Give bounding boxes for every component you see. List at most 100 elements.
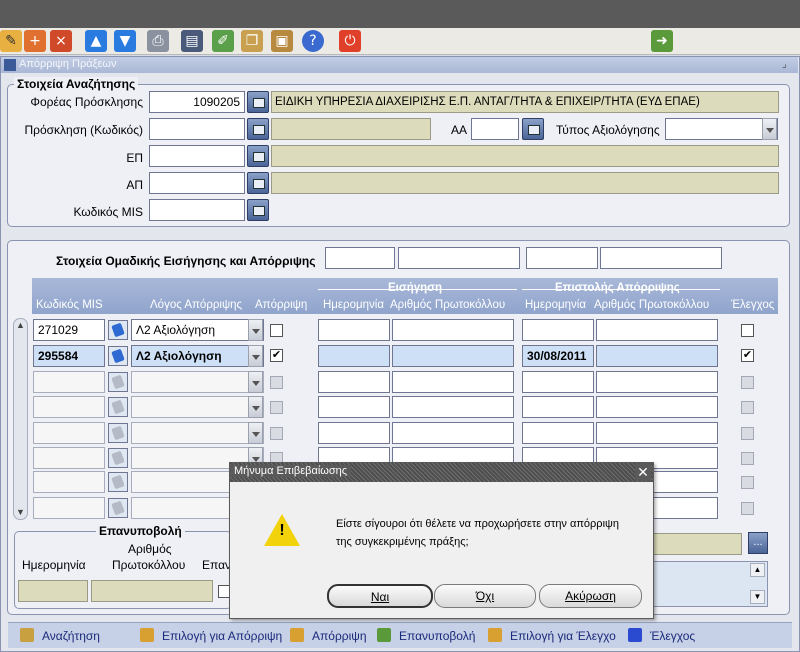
row-reason[interactable]: Λ2 Αξιολόγηση xyxy=(131,319,264,341)
dialog-close-icon[interactable]: ✕ xyxy=(635,463,651,481)
help-icon[interactable]: ? xyxy=(302,30,324,52)
ap-lov-button[interactable] xyxy=(247,172,269,194)
row-epi-protocol-empty[interactable] xyxy=(596,396,718,418)
row-epi-date[interactable]: 30/08/2011 xyxy=(522,345,594,367)
row-check-checkbox[interactable] xyxy=(741,476,754,489)
aa-field[interactable] xyxy=(471,118,519,140)
select-check-action[interactable]: Επιλογή για Έλεγχο xyxy=(488,627,616,645)
row-reject-checkbox[interactable]: ✔ xyxy=(270,349,283,362)
reject-action[interactable]: Απόρριψη xyxy=(290,627,367,645)
row-reject-checkbox[interactable] xyxy=(270,376,283,389)
foreas-code-field[interactable]: 1090205 xyxy=(149,91,245,113)
cancel-button[interactable]: Ακύρωση xyxy=(539,584,642,608)
row-eis-date[interactable] xyxy=(318,319,390,341)
aa-lov-button[interactable] xyxy=(522,118,544,140)
check-action[interactable]: Έλεγχος xyxy=(628,627,695,645)
row-check-checkbox[interactable] xyxy=(741,427,754,440)
save-icon[interactable]: ▤ xyxy=(181,30,203,52)
prosklisi-lov-button[interactable] xyxy=(247,118,269,140)
paste-icon[interactable]: ▣ xyxy=(271,30,293,52)
row-epi-protocol[interactable] xyxy=(596,345,718,367)
reason-dropdown-button[interactable] xyxy=(248,345,263,367)
row-reject-checkbox[interactable] xyxy=(270,401,283,414)
row-reject-checkbox[interactable] xyxy=(270,324,283,337)
row-epi-date-empty[interactable] xyxy=(522,371,594,393)
reason-dropdown-button[interactable] xyxy=(248,396,263,418)
grid-scrollbar[interactable] xyxy=(13,318,28,520)
scroll-up-icon[interactable]: ▲ xyxy=(13,318,28,333)
ep-field[interactable] xyxy=(149,145,245,167)
group-epi-protocol[interactable] xyxy=(600,247,722,269)
edit-icon[interactable]: ✐ xyxy=(212,30,234,52)
prosklisi-code-field[interactable] xyxy=(149,118,245,140)
reason-dropdown-button[interactable] xyxy=(248,319,263,341)
row-eis-date-empty[interactable] xyxy=(318,396,390,418)
no-button[interactable]: Όχι xyxy=(434,584,536,608)
document-icon[interactable] xyxy=(108,397,128,417)
row-epi-date-empty[interactable] xyxy=(522,422,594,444)
row-reason-empty[interactable] xyxy=(131,371,264,393)
delete-record-icon[interactable]: × xyxy=(50,30,72,52)
ap-field[interactable] xyxy=(149,172,245,194)
group-eis-protocol[interactable] xyxy=(398,247,520,269)
row-check-checkbox[interactable] xyxy=(741,452,754,465)
document-icon[interactable] xyxy=(108,372,128,392)
document-icon[interactable] xyxy=(108,472,128,492)
select-reject-action[interactable]: Επιλογή για Απόρριψη xyxy=(140,627,282,645)
search-action[interactable]: Αναζήτηση xyxy=(20,627,100,645)
row-eis-protocol-empty[interactable] xyxy=(392,396,514,418)
foreas-lov-button[interactable] xyxy=(247,91,269,113)
row-check-checkbox[interactable] xyxy=(741,401,754,414)
row-check-checkbox[interactable]: ✔ xyxy=(741,349,754,362)
row-mis-empty[interactable] xyxy=(33,471,105,493)
more-button[interactable]: ... xyxy=(748,532,768,554)
yes-button[interactable]: Ναι xyxy=(327,584,433,608)
arrow-up-icon[interactable]: ▲ xyxy=(85,30,107,52)
scroll-down-icon[interactable]: ▼ xyxy=(13,505,28,520)
row-mis-empty[interactable] xyxy=(33,396,105,418)
document-icon[interactable] xyxy=(108,346,128,366)
resize-icon[interactable]: ⌟ xyxy=(782,59,794,71)
document-icon[interactable] xyxy=(108,423,128,443)
row-mis-empty[interactable] xyxy=(33,447,105,469)
row-epi-protocol[interactable] xyxy=(596,319,718,341)
row-eis-protocol-empty[interactable] xyxy=(392,371,514,393)
row-epi-protocol-empty[interactable] xyxy=(596,371,718,393)
row-eis-date[interactable] xyxy=(318,345,390,367)
row-reason-empty[interactable] xyxy=(131,396,264,418)
row-eis-protocol-empty[interactable] xyxy=(392,422,514,444)
print-icon[interactable]: ⎙ xyxy=(147,30,169,52)
document-icon[interactable] xyxy=(108,448,128,468)
typos-dropdown-button[interactable] xyxy=(762,118,777,140)
document-icon[interactable] xyxy=(108,320,128,340)
new-record-icon[interactable]: ✎ xyxy=(0,30,22,52)
row-eis-protocol[interactable] xyxy=(392,319,514,341)
row-mis[interactable]: 295584 xyxy=(33,345,105,367)
reason-dropdown-button[interactable] xyxy=(248,371,263,393)
arrow-down-icon[interactable]: ▼ xyxy=(114,30,136,52)
row-eis-date-empty[interactable] xyxy=(318,371,390,393)
row-mis-empty[interactable] xyxy=(33,371,105,393)
row-check-checkbox[interactable] xyxy=(741,376,754,389)
row-check-checkbox[interactable] xyxy=(741,324,754,337)
mis-field[interactable] xyxy=(149,199,245,221)
group-epi-date[interactable] xyxy=(526,247,598,269)
row-epi-protocol-empty[interactable] xyxy=(596,422,718,444)
ep-lov-button[interactable] xyxy=(247,145,269,167)
row-epi-date[interactable] xyxy=(522,319,594,341)
row-check-checkbox[interactable] xyxy=(741,502,754,515)
row-reason-empty[interactable] xyxy=(131,422,264,444)
row-reject-checkbox[interactable] xyxy=(270,427,283,440)
row-mis-empty[interactable] xyxy=(33,497,105,519)
mis-lov-button[interactable] xyxy=(247,199,269,221)
row-epi-date-empty[interactable] xyxy=(522,396,594,418)
navigator-icon[interactable]: ➜ xyxy=(651,30,673,52)
copy-icon[interactable]: ❐ xyxy=(241,30,263,52)
row-eis-protocol[interactable] xyxy=(392,345,514,367)
row-mis[interactable]: 271029 xyxy=(33,319,105,341)
row-reason[interactable]: Λ2 Αξιολόγηση xyxy=(131,345,264,367)
insert-record-icon[interactable]: + xyxy=(24,30,46,52)
row-eis-date-empty[interactable] xyxy=(318,422,390,444)
row-mis-empty[interactable] xyxy=(33,422,105,444)
group-eis-date[interactable] xyxy=(325,247,395,269)
